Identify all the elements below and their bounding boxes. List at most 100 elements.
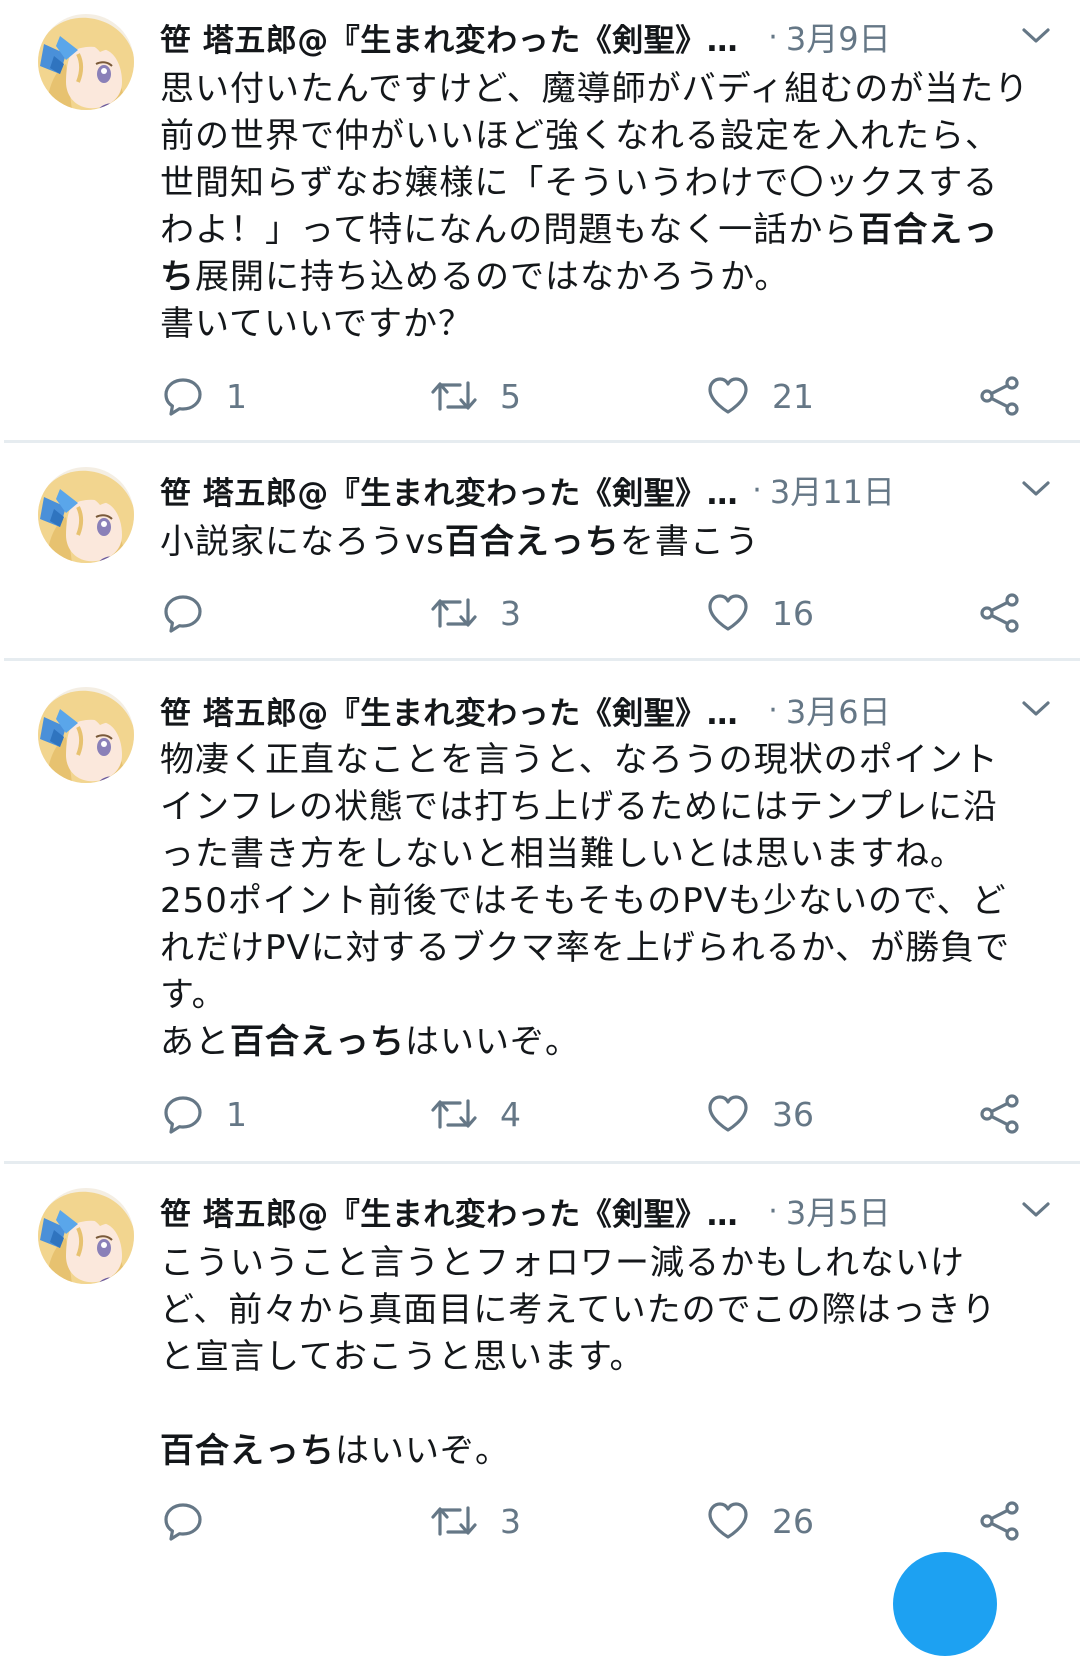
tweet-date[interactable]: 3月5日 xyxy=(786,1188,891,1234)
text-run: はいいぞ。 xyxy=(405,1022,580,1062)
retweet-button[interactable]: 5 xyxy=(430,371,521,421)
heart-icon xyxy=(706,375,750,417)
chevron-down-icon[interactable] xyxy=(1016,471,1056,507)
tweet-paragraph: 思い付いたんですけど、魔導師がバディ組むのが当たり前の世界で仲がいいほど強くなれ… xyxy=(160,66,1030,301)
tweet-paragraph: 物凄く正直なことを言うと、なろうの現状のポイントインフレの状態では打ち上げるため… xyxy=(160,737,1030,878)
share-icon xyxy=(978,1093,1022,1135)
chevron-down-icon[interactable] xyxy=(1016,18,1056,54)
tweet-paragraph: 250ポイント前後ではそもそものPVも少ないので、どれだけPVに対するブクマ率を… xyxy=(160,878,1030,1019)
like-count: 16 xyxy=(772,593,814,633)
author-name[interactable]: 笹 塔五郎@『生まれ変わった《剣聖》… xyxy=(160,468,738,513)
action-bar: 3 16 xyxy=(0,588,1080,638)
chevron-down-icon[interactable] xyxy=(1016,691,1056,727)
tweet-paragraph: あと百合えっちはいいぞ。 xyxy=(160,1019,1030,1066)
reply-button[interactable] xyxy=(162,1496,226,1546)
like-button[interactable]: 36 xyxy=(706,1089,814,1139)
reply-button[interactable]: 1 xyxy=(162,371,247,421)
text-run: 250ポイント前後ではそもそものPVも少ないので、どれだけPVに対するブクマ率を… xyxy=(160,881,1011,1015)
retweet-icon xyxy=(430,1093,478,1135)
author-name[interactable]: 笹 塔五郎@『生まれ変わった《剣聖》… xyxy=(160,15,738,60)
share-button[interactable] xyxy=(978,1496,1022,1546)
like-button[interactable]: 16 xyxy=(706,588,814,638)
avatar[interactable] xyxy=(38,687,134,783)
tweet-paragraph: こういうこと言うとフォロワー減るかもしれないけど、前々から真面目に考えていたので… xyxy=(160,1240,1030,1381)
avatar[interactable] xyxy=(38,1188,134,1284)
action-bar: 1 5 21 xyxy=(0,371,1080,421)
reply-icon xyxy=(162,375,204,417)
reply-icon xyxy=(162,592,204,634)
reply-icon xyxy=(162,1093,204,1135)
reply-button[interactable]: 1 xyxy=(162,1089,247,1139)
bold-text: 百合えっち xyxy=(230,1022,405,1062)
avatar[interactable] xyxy=(38,14,134,110)
share-button[interactable] xyxy=(978,371,1022,421)
heart-icon xyxy=(706,1500,750,1542)
bold-text: 百合えっち xyxy=(444,522,620,562)
retweet-count: 4 xyxy=(500,1094,521,1134)
retweet-icon xyxy=(430,375,478,417)
text-run: こういうこと言うとフォロワー減るかもしれないけど、前々から真面目に考えていたので… xyxy=(160,1243,997,1377)
tweet-header: 笹 塔五郎@『生まれ変わった《剣聖》… · 3月5日 xyxy=(160,1186,1056,1236)
like-button[interactable]: 26 xyxy=(706,1496,814,1546)
tweet[interactable]: 笹 塔五郎@『生まれ変わった《剣聖》… · 3月11日 小説家になろうvs百合え… xyxy=(0,453,1080,661)
retweet-count: 3 xyxy=(500,593,521,633)
text-run: 展開に持ち込めるのではなかろうか。 xyxy=(195,257,790,297)
tweet-divider xyxy=(4,440,1080,443)
retweet-icon xyxy=(430,1500,478,1542)
heart-icon xyxy=(706,1093,750,1135)
tweet-date[interactable]: 3月6日 xyxy=(786,687,891,733)
like-count: 36 xyxy=(772,1094,814,1134)
reply-count: 1 xyxy=(226,1094,247,1134)
author-name[interactable]: 笹 塔五郎@『生まれ変わった《剣聖》… xyxy=(160,688,738,733)
header-separator: · xyxy=(752,472,762,508)
like-count: 26 xyxy=(772,1501,814,1541)
retweet-button[interactable]: 4 xyxy=(430,1089,521,1139)
retweet-button[interactable]: 3 xyxy=(430,588,521,638)
share-icon xyxy=(978,375,1022,417)
reply-icon xyxy=(162,1500,204,1542)
heart-icon xyxy=(706,592,750,634)
share-icon xyxy=(978,1500,1022,1542)
tweet-paragraph: 書いていいですか？ xyxy=(160,301,1030,348)
avatar[interactable] xyxy=(38,467,134,563)
like-button[interactable]: 21 xyxy=(706,371,814,421)
author-name[interactable]: 笹 塔五郎@『生まれ変わった《剣聖》… xyxy=(160,1189,738,1234)
header-separator: · xyxy=(768,1193,778,1229)
share-button[interactable] xyxy=(978,1089,1022,1139)
tweet[interactable]: 笹 塔五郎@『生まれ変わった《剣聖》… · 3月6日 物凄く正直なことを言うと、… xyxy=(0,673,1080,1164)
tweet-divider xyxy=(4,658,1080,661)
header-separator: · xyxy=(768,19,778,55)
action-bar: 3 26 xyxy=(0,1496,1080,1546)
tweet-header: 笹 塔五郎@『生まれ変わった《剣聖》… · 3月6日 xyxy=(160,685,1056,735)
tweet-divider xyxy=(4,1161,1080,1164)
tweet-text: こういうこと言うとフォロワー減るかもしれないけど、前々から真面目に考えていたので… xyxy=(160,1240,1030,1475)
text-run: はいいぞ。 xyxy=(335,1431,510,1471)
tweet-header: 笹 塔五郎@『生まれ変わった《剣聖》… · 3月9日 xyxy=(160,12,1056,62)
retweet-count: 5 xyxy=(500,376,521,416)
tweet-text: 小説家になろうvs百合えっちを書こう xyxy=(160,519,1030,566)
tweet-header: 笹 塔五郎@『生まれ変わった《剣聖》… · 3月11日 xyxy=(160,465,1056,515)
retweet-button[interactable]: 3 xyxy=(430,1496,521,1546)
tweet-date[interactable]: 3月9日 xyxy=(786,14,891,60)
text-run: 小説家になろうvs xyxy=(160,522,445,562)
tweet-date[interactable]: 3月11日 xyxy=(770,467,895,513)
tweet[interactable]: 笹 塔五郎@『生まれ変わった《剣聖》… · 3月9日 思い付いたんですけど、魔導… xyxy=(0,0,1080,444)
text-run: あと xyxy=(160,1022,230,1062)
compose-button[interactable] xyxy=(893,1552,997,1656)
tweet-paragraph: 百合えっちはいいぞ。 xyxy=(160,1428,1030,1475)
text-run: を書こう xyxy=(619,522,760,562)
tweet-paragraph xyxy=(160,1381,1030,1428)
reply-button[interactable] xyxy=(162,588,226,638)
header-separator: · xyxy=(768,692,778,728)
action-bar: 1 4 36 xyxy=(0,1089,1080,1139)
chevron-down-icon[interactable] xyxy=(1016,1192,1056,1228)
share-button[interactable] xyxy=(978,588,1022,638)
retweet-icon xyxy=(430,592,478,634)
text-run: 書いていいですか？ xyxy=(160,304,473,344)
tweet-text: 物凄く正直なことを言うと、なろうの現状のポイントインフレの状態では打ち上げるため… xyxy=(160,737,1030,1066)
retweet-count: 3 xyxy=(500,1501,521,1541)
like-count: 21 xyxy=(772,376,814,416)
text-run: 物凄く正直なことを言うと、なろうの現状のポイントインフレの状態では打ち上げるため… xyxy=(160,740,999,874)
timeline: 笹 塔五郎@『生まれ変わった《剣聖》… · 3月9日 思い付いたんですけど、魔導… xyxy=(0,0,1080,1656)
tweet[interactable]: 笹 塔五郎@『生まれ変わった《剣聖》… · 3月5日 こういうこと言うとフォロワ… xyxy=(0,1174,1080,1599)
